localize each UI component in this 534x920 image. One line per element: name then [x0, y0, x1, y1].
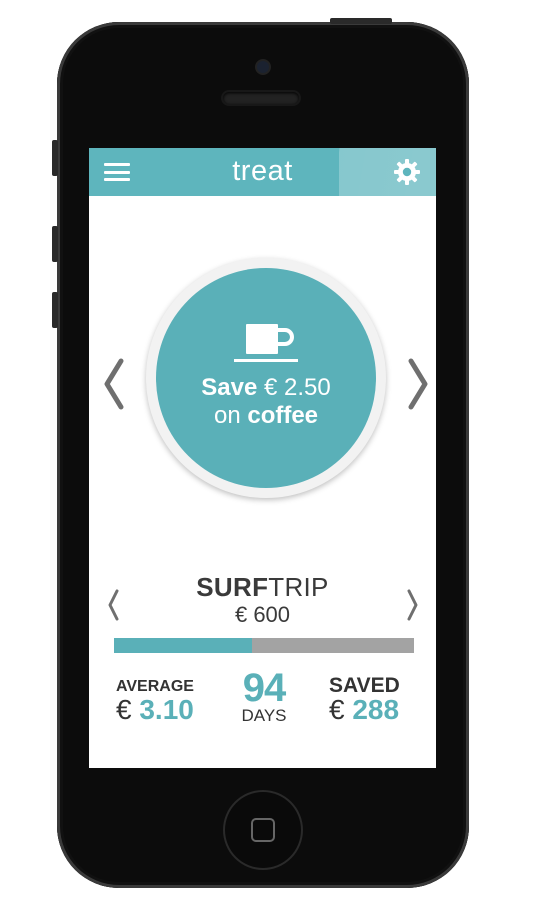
previous-treat-chevron-icon[interactable] [101, 358, 125, 410]
days-label: DAYS [241, 706, 287, 725]
goal-name: SURFTRIP [196, 572, 329, 602]
earpiece-speaker [223, 92, 299, 104]
power-button [330, 18, 392, 24]
save-amount-text: Save € 2.50 [201, 374, 331, 401]
treat-circle: Save € 2.50 on coffee [146, 258, 386, 498]
home-square-icon [251, 818, 275, 842]
saved-value: € 288 [329, 694, 400, 725]
goal-amount: € 600 [234, 602, 291, 627]
gear-icon[interactable] [393, 158, 421, 186]
goal-progress-fill [114, 638, 252, 653]
next-treat-chevron-icon[interactable] [407, 358, 431, 410]
save-treat-button[interactable]: Save € 2.50 on coffee [156, 268, 376, 488]
average-value: € 3.10 [116, 694, 194, 725]
days-count: 94 [242, 666, 287, 710]
coffee-cup-icon [234, 324, 298, 362]
app-title: treat [232, 155, 293, 187]
save-item-text: on coffee [213, 402, 319, 429]
mute-switch [52, 140, 58, 176]
top-bar: treat [89, 148, 436, 196]
volume-up-button [52, 226, 58, 262]
camera [257, 61, 269, 73]
goal-progress-bar [114, 638, 414, 653]
app-screen: treat Save € 2.50 on coffee SURFTRIP € 6… [89, 148, 436, 768]
home-button[interactable] [225, 792, 301, 868]
volume-down-button [52, 292, 58, 328]
